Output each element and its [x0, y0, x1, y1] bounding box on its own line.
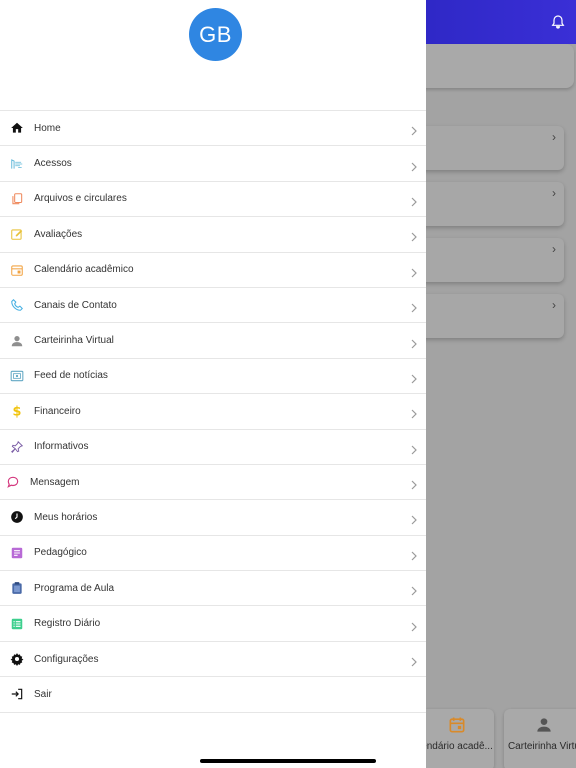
menu-item-label: Acessos: [34, 158, 72, 170]
content-card[interactable]: ›: [410, 182, 564, 226]
chevron-right-icon: [410, 371, 418, 384]
drawer-menu: Home Acessos Arquivos e circulares Avali…: [0, 110, 426, 713]
gear-icon: [10, 652, 24, 667]
pin-icon: [10, 440, 24, 454]
menu-item-acessos[interactable]: Acessos: [0, 146, 426, 182]
menu-item-label: Financeiro: [34, 405, 81, 417]
svg-text:$: $: [13, 405, 22, 418]
avatar[interactable]: GB: [189, 8, 242, 61]
chevron-right-icon: [410, 442, 418, 455]
list-icon: [10, 617, 24, 631]
access-icon: [10, 157, 24, 171]
menu-item-label: Canais de Contato: [34, 299, 117, 311]
menu-item-informativos[interactable]: Informativos: [0, 430, 426, 465]
calendar-icon: [10, 263, 24, 277]
phone-icon: [10, 298, 24, 312]
menu-item-label: Informativos: [34, 441, 89, 453]
chevron-right-icon: [410, 300, 418, 313]
chevron-right-icon: [410, 619, 418, 632]
chevron-right-icon: [410, 229, 418, 242]
tile-calendar[interactable]: endário acadê...: [420, 709, 494, 768]
menu-item-arquivos[interactable]: Arquivos e circulares: [0, 182, 426, 218]
news-icon: [10, 369, 24, 383]
person-icon: [10, 334, 24, 348]
person-icon: [534, 715, 554, 735]
navigation-drawer: GB Home Acessos Arquivos e circulares Av…: [0, 0, 426, 768]
chevron-right-icon: [410, 265, 418, 278]
clock-icon: [10, 510, 24, 524]
chevron-right-icon: [410, 123, 418, 136]
menu-item-label: Calendário acadêmico: [34, 264, 134, 276]
menu-item-label: Carteirinha Virtual: [34, 335, 114, 347]
chat-icon: [6, 475, 20, 489]
menu-item-label: Home: [34, 122, 61, 134]
chevron-right-icon: [410, 477, 418, 490]
calendar-icon: [447, 715, 467, 735]
menu-item-avaliacoes[interactable]: Avaliações: [0, 217, 426, 253]
logout-icon: [10, 687, 24, 701]
menu-item-canais-de-contato[interactable]: Canais de Contato: [0, 288, 426, 324]
menu-item-feed-de-noticias[interactable]: Feed de notícias: [0, 359, 426, 395]
dollar-icon: $: [10, 404, 24, 418]
content-card[interactable]: ›: [410, 294, 564, 338]
chevron-right-icon: [410, 654, 418, 667]
menu-item-label: Pedagógico: [34, 547, 87, 559]
menu-item-home[interactable]: Home: [0, 111, 426, 147]
menu-item-label: Arquivos e circulares: [34, 193, 127, 205]
menu-item-label: Configurações: [34, 653, 99, 665]
tile-carteirinha[interactable]: Carteirinha Virtu: [504, 709, 576, 768]
home-icon: [10, 121, 24, 135]
menu-item-label: Sair: [34, 688, 52, 700]
menu-item-label: Registro Diário: [34, 618, 101, 630]
menu-item-meus-horarios[interactable]: Meus horários: [0, 500, 426, 536]
menu-item-financeiro[interactable]: $ Financeiro: [0, 394, 426, 430]
chevron-right-icon: ›: [552, 186, 556, 200]
chevron-right-icon: [410, 194, 418, 207]
clipboard-icon: [10, 581, 24, 595]
menu-item-label: Mensagem: [30, 476, 80, 488]
content-card[interactable]: ›: [410, 126, 564, 170]
chevron-right-icon: ›: [552, 130, 556, 144]
tile-label: Carteirinha Virtu: [507, 741, 576, 752]
menu-item-calendario[interactable]: Calendário acadêmico: [0, 253, 426, 288]
menu-item-label: Meus horários: [34, 511, 98, 523]
menu-item-mensagem[interactable]: Mensagem: [0, 465, 426, 501]
menu-item-label: Avaliações: [34, 228, 83, 240]
bell-icon[interactable]: [550, 14, 566, 30]
menu-item-sair[interactable]: Sair: [0, 677, 426, 713]
home-indicator: [200, 759, 376, 763]
chevron-right-icon: ›: [552, 242, 556, 256]
menu-item-configuracoes[interactable]: Configurações: [0, 642, 426, 678]
chevron-right-icon: [410, 583, 418, 596]
edit-icon: [10, 227, 24, 241]
chevron-right-icon: [410, 159, 418, 172]
content-card[interactable]: ›: [410, 238, 564, 282]
menu-item-programa-de-aula[interactable]: Programa de Aula: [0, 571, 426, 607]
chevron-right-icon: [410, 336, 418, 348]
menu-item-registro-diario[interactable]: Registro Diário: [0, 606, 426, 642]
document-icon: [10, 546, 24, 560]
chevron-right-icon: [410, 406, 418, 419]
chevron-right-icon: ›: [552, 298, 556, 312]
tile-label: endário acadê...: [421, 741, 493, 752]
menu-item-label: Feed de notícias: [34, 370, 108, 382]
search-bar[interactable]: [408, 44, 574, 88]
chevron-right-icon: [410, 512, 418, 525]
chevron-right-icon: [410, 548, 418, 561]
files-icon: [10, 192, 24, 206]
menu-item-carteirinha-virtual[interactable]: Carteirinha Virtual: [0, 323, 426, 359]
menu-item-pedagogico[interactable]: Pedagógico: [0, 536, 426, 572]
menu-item-label: Programa de Aula: [34, 582, 115, 594]
